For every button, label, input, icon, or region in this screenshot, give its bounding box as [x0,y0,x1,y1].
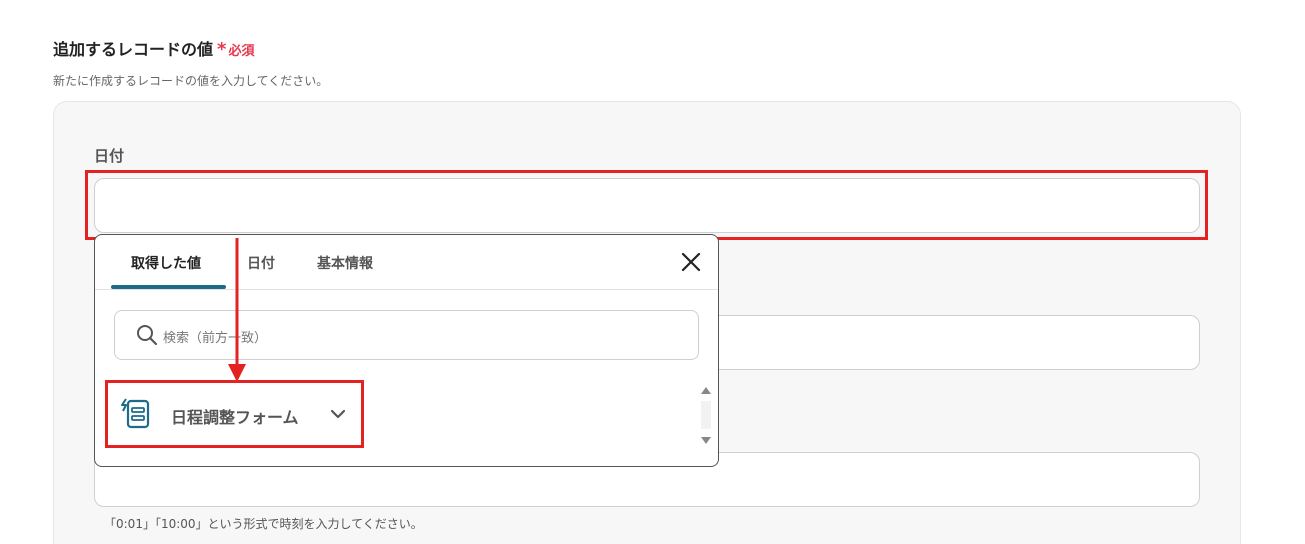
section-title-text: 追加するレコードの値 [53,40,214,59]
search-input[interactable]: 検索（前方一致） [114,310,699,360]
section-description: 新たに作成するレコードの値を入力してください。 [53,74,329,88]
required-star: * [217,39,227,60]
search-icon [137,325,158,346]
time-field-hint: 「0:01」「10:00」という形式で時刻を入力してください。 [104,517,423,531]
tab-basic-info[interactable]: 基本情報 [317,253,373,273]
search-placeholder: 検索（前方一致） [163,331,268,346]
scroll-up-icon[interactable] [698,383,714,399]
required-badge: 必須 [228,44,255,59]
active-tab-indicator [111,285,226,289]
tab-date[interactable]: 日付 [247,253,275,273]
date-field-label: 日付 [94,147,125,165]
scroll-down-icon[interactable] [698,432,714,448]
list-item-highlight [105,380,364,448]
tab-acquired-values[interactable]: 取得した値 [131,253,201,273]
section-title: 追加するレコードの値 * 必須 [53,36,254,60]
annotation-arrow-icon [228,238,246,382]
second-field-input[interactable] [680,315,1200,370]
scrollbar-track[interactable] [701,401,711,429]
date-input-highlight [85,170,1208,240]
close-icon[interactable] [678,249,704,275]
popup-tabs: 取得した値 日付 基本情報 [95,235,718,290]
